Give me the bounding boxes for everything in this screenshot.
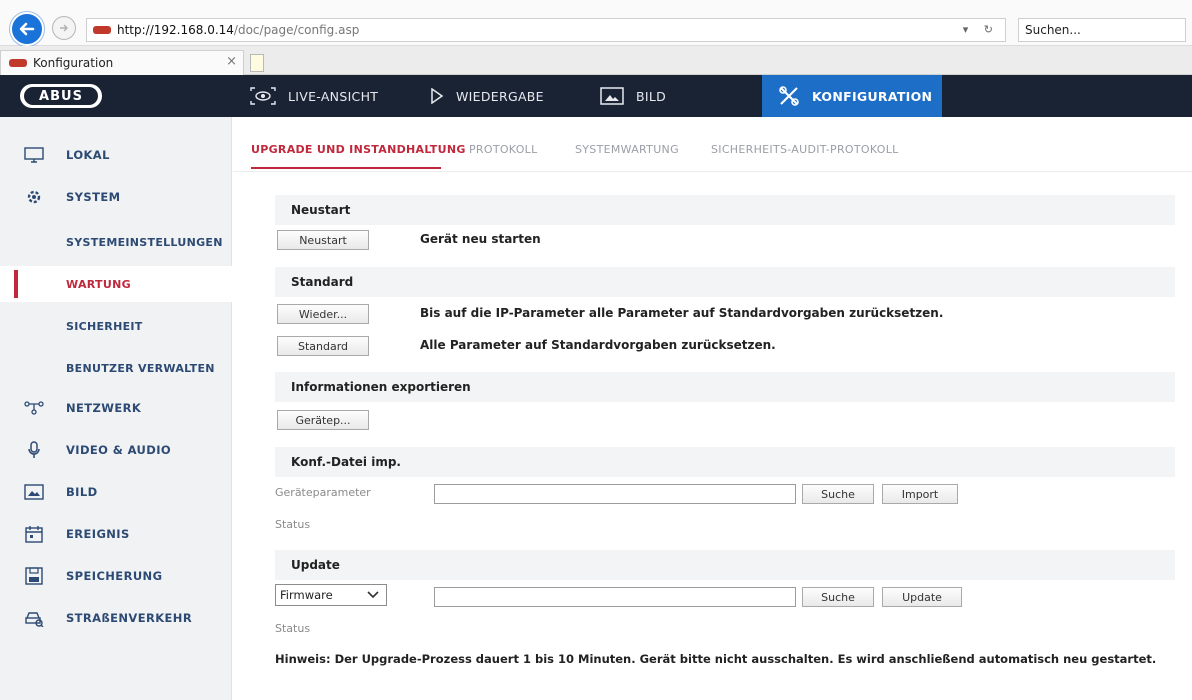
- reboot-description: Gerät neu starten: [420, 232, 541, 246]
- floppy-disk-icon: [24, 567, 44, 585]
- nav-playback[interactable]: WIEDERGABE: [430, 75, 544, 117]
- tab-security-audit-log[interactable]: SICHERHEITS-AUDIT-PROTOKOLL: [711, 143, 899, 156]
- car-icon: [24, 609, 44, 627]
- logo-text: ABUS: [24, 87, 98, 105]
- url-host: http://192.168.0.14: [117, 23, 234, 37]
- site-favicon-icon: [93, 26, 111, 34]
- section-update-header: Update: [275, 550, 1175, 580]
- restore-description: Bis auf die IP-Parameter alle Parameter …: [420, 306, 944, 320]
- chevron-down-icon: [366, 587, 380, 604]
- new-tab-icon[interactable]: [250, 54, 264, 72]
- config-browse-button[interactable]: Suche: [802, 484, 874, 504]
- config-import-button[interactable]: Import: [882, 484, 958, 504]
- sidebar-item-video-audio[interactable]: VIDEO & AUDIO: [0, 432, 232, 468]
- sidebar-label-network: NETZWERK: [66, 401, 142, 415]
- refresh-icon[interactable]: ▾ ↻: [963, 23, 999, 36]
- tab-log[interactable]: PROTOKOLL: [469, 143, 538, 156]
- firmware-browse-button[interactable]: Suche: [802, 587, 874, 607]
- section-defaults-header: Standard: [275, 267, 1175, 297]
- nav-config-label: KONFIGURATION: [812, 88, 933, 104]
- subtab-bar: UPGRADE UND INSTANDHALTUNG PROTOKOLL SYS…: [233, 117, 1192, 172]
- sidebar-label-event: EREIGNIS: [66, 527, 130, 541]
- sidebar-label-system-settings: SYSTEMEINSTELLUNGEN: [66, 235, 223, 249]
- firmware-type-select[interactable]: Firmware: [275, 584, 387, 606]
- sidebar-label-maintenance: WARTUNG: [66, 277, 131, 291]
- upgrade-note: Hinweis: Der Upgrade-Prozess dauert 1 bi…: [275, 652, 1157, 666]
- section-import-header: Konf.-Datei imp.: [275, 447, 1175, 477]
- app-header: ABUS LIVE-ANSICHT WIEDERGABE BILD KONFIG…: [0, 75, 1192, 117]
- default-button[interactable]: Standard: [277, 336, 369, 356]
- browser-search-input[interactable]: Suchen...: [1018, 18, 1186, 42]
- sidebar-item-system[interactable]: SYSTEM: [0, 179, 232, 215]
- sidebar-item-system-settings[interactable]: SYSTEMEINSTELLUNGEN: [0, 224, 232, 260]
- tab-strip: Konfiguration ×: [0, 46, 1192, 75]
- sidebar-label-image: BILD: [66, 485, 98, 499]
- restore-button[interactable]: Wieder...: [277, 304, 369, 324]
- image-icon: [600, 87, 624, 105]
- sidebar-item-user-management[interactable]: BENUTZER VERWALTEN: [0, 350, 232, 386]
- main-content: UPGRADE UND INSTANDHALTUNG PROTOKOLL SYS…: [233, 117, 1192, 700]
- sidebar-label-video-audio: VIDEO & AUDIO: [66, 443, 172, 457]
- sidebar-label-local: LOKAL: [66, 148, 110, 162]
- sidebar: LOKAL SYSTEM SYSTEMEINSTELLUNGEN WARTUNG…: [0, 117, 232, 700]
- firmware-update-button[interactable]: Update: [882, 587, 962, 607]
- sidebar-label-system: SYSTEM: [66, 190, 121, 204]
- forward-button[interactable]: [52, 16, 76, 40]
- tools-icon: [778, 85, 800, 107]
- nav-playback-label: WIEDERGABE: [456, 88, 544, 104]
- section-reboot-header: Neustart: [275, 195, 1175, 225]
- address-bar[interactable]: http://192.168.0.14 /doc/page/config.asp…: [86, 18, 1006, 42]
- nav-image[interactable]: BILD: [600, 75, 666, 117]
- nav-configuration[interactable]: KONFIGURATION: [762, 75, 942, 117]
- gear-icon: [24, 188, 44, 206]
- image-icon: [24, 483, 44, 501]
- calendar-icon: [24, 525, 44, 543]
- nav-live-label: LIVE-ANSICHT: [288, 88, 379, 104]
- sidebar-item-security[interactable]: SICHERHEIT: [0, 308, 232, 344]
- play-icon: [430, 88, 444, 104]
- import-status-label: Status: [275, 518, 311, 531]
- export-device-params-button[interactable]: Gerätep...: [277, 410, 369, 430]
- arrow-left-icon: [19, 22, 35, 36]
- section-export-header: Informationen exportieren: [275, 372, 1175, 402]
- nav-live-view[interactable]: LIVE-ANSICHT: [250, 75, 378, 117]
- browser-tab-konfiguration[interactable]: Konfiguration ×: [0, 50, 244, 75]
- sidebar-label-security: SICHERHEIT: [66, 319, 143, 333]
- default-description: Alle Parameter auf Standardvorgaben zurü…: [420, 338, 776, 352]
- back-button[interactable]: [10, 12, 44, 46]
- sidebar-label-storage: SPEICHERUNG: [66, 569, 163, 583]
- config-file-path-input[interactable]: [434, 484, 796, 504]
- browser-toolbar: http://192.168.0.14 /doc/page/config.asp…: [0, 0, 1192, 46]
- sidebar-item-local[interactable]: LOKAL: [0, 137, 232, 173]
- tab-favicon-icon: [9, 59, 27, 67]
- firmware-file-path-input[interactable]: [434, 587, 796, 607]
- microphone-icon: [24, 441, 44, 459]
- firmware-select-value: Firmware: [280, 588, 333, 602]
- reboot-button[interactable]: Neustart: [277, 230, 369, 250]
- tab-system-maintenance[interactable]: SYSTEMWARTUNG: [575, 143, 679, 156]
- network-icon: [24, 399, 44, 417]
- tab-upgrade-maintenance[interactable]: UPGRADE UND INSTANDHALTUNG: [251, 143, 466, 156]
- arrow-right-icon: [60, 24, 68, 32]
- monitor-icon: [24, 146, 44, 164]
- device-params-label: Geräteparameter: [275, 486, 371, 499]
- sidebar-item-storage[interactable]: SPEICHERUNG: [0, 558, 232, 594]
- url-path: /doc/page/config.asp: [233, 23, 360, 37]
- abus-logo: ABUS: [20, 84, 102, 108]
- tab-close-icon[interactable]: ×: [226, 54, 237, 69]
- tab-title: Konfiguration: [33, 56, 114, 70]
- eye-icon: [250, 87, 276, 105]
- sidebar-item-event[interactable]: EREIGNIS: [0, 516, 232, 552]
- sidebar-label-user-management: BENUTZER VERWALTEN: [66, 361, 215, 375]
- sidebar-item-traffic[interactable]: STRAßENVERKEHR: [0, 600, 232, 636]
- sidebar-item-network[interactable]: NETZWERK: [0, 390, 232, 426]
- sidebar-item-image[interactable]: BILD: [0, 474, 232, 510]
- search-placeholder: Suchen...: [1025, 23, 1081, 37]
- sidebar-label-traffic: STRAßENVERKEHR: [66, 611, 193, 625]
- active-tab-indicator: [251, 167, 441, 169]
- sidebar-item-maintenance[interactable]: WARTUNG: [0, 266, 232, 302]
- update-status-label: Status: [275, 622, 311, 635]
- nav-image-label: BILD: [636, 88, 667, 104]
